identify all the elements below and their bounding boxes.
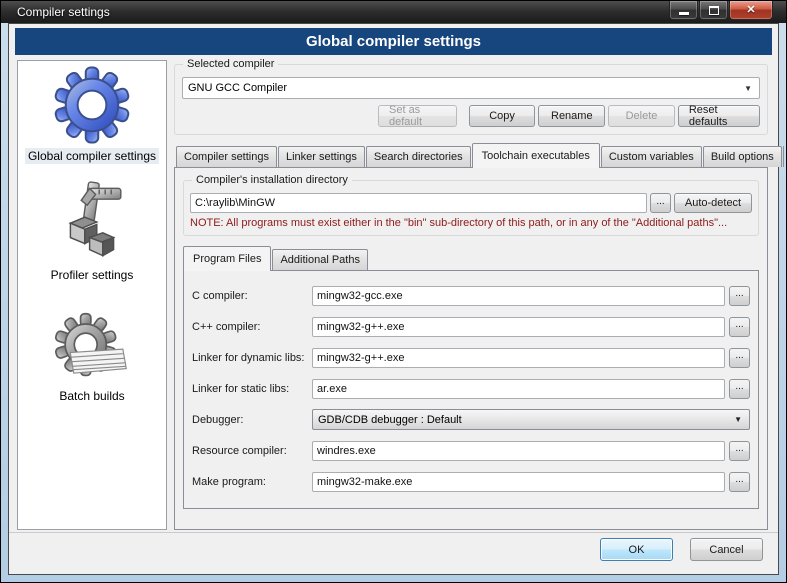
chevron-down-icon: ▼ [734, 415, 742, 424]
tab-toolchain-executables[interactable]: Toolchain executables [472, 143, 600, 168]
tab-linker-settings[interactable]: Linker settings [278, 146, 365, 167]
page-title: Global compiler settings [15, 28, 772, 55]
close-button[interactable]: ✕ [729, 1, 773, 20]
gray-gear-icon [52, 311, 132, 385]
reset-defaults-button[interactable]: Reset defaults [678, 105, 760, 127]
minimize-icon [679, 12, 689, 15]
caliper-icon [53, 180, 131, 264]
sidebar-item-label: Batch builds [56, 388, 127, 404]
sidebar-item-profiler-settings[interactable]: Profiler settings [48, 180, 137, 283]
field-label: Make program: [192, 476, 312, 488]
make-program-browse-button[interactable]: ... [729, 472, 750, 492]
compiler-settings-window: Compiler settings ✕ Global compiler sett… [0, 0, 787, 583]
tab-custom-variables[interactable]: Custom variables [601, 146, 702, 167]
subtab-program-files[interactable]: Program Files [183, 246, 271, 271]
field-label: Resource compiler: [192, 445, 312, 457]
c-compiler-browse-button[interactable]: ... [729, 286, 750, 306]
linker-dynamic-browse-button[interactable]: ... [729, 348, 750, 368]
field-row-linker-dynamic: Linker for dynamic libs: ... [192, 347, 750, 368]
rename-button[interactable]: Rename [538, 105, 605, 127]
ok-button[interactable]: OK [600, 538, 673, 561]
make-program-input[interactable] [312, 472, 725, 492]
dialog-client: Global compiler settings [8, 23, 779, 575]
chevron-down-icon: ▼ [744, 84, 752, 93]
group-label: Selected compiler [183, 58, 278, 70]
field-label: C compiler: [192, 290, 312, 302]
field-label: C++ compiler: [192, 321, 312, 333]
settings-sidebar: Global compiler settings [17, 60, 167, 530]
resource-compiler-input[interactable] [312, 441, 725, 461]
auto-detect-button[interactable]: Auto-detect [674, 193, 752, 213]
cancel-button[interactable]: Cancel [690, 538, 763, 561]
field-row-c-compiler: C compiler: ... [192, 285, 750, 306]
selected-compiler-group: Selected compiler GNU GCC Compiler ▼ Set… [174, 64, 768, 135]
debugger-select[interactable]: GDB/CDB debugger : Default ▼ [312, 409, 750, 430]
delete-button[interactable]: Delete [608, 105, 675, 127]
cpp-compiler-browse-button[interactable]: ... [729, 317, 750, 337]
field-label: Debugger: [192, 414, 312, 426]
install-note: NOTE: All programs must exist either in … [190, 217, 752, 229]
footer: OK Cancel [15, 533, 772, 574]
sidebar-item-batch-builds[interactable]: Batch builds [52, 311, 132, 404]
install-dir-browse-button[interactable]: ... [650, 193, 671, 213]
sidebar-item-label: Global compiler settings [25, 148, 159, 164]
content-area: Global compiler settings [15, 58, 772, 530]
tab-overflow-sliver [783, 146, 784, 167]
c-compiler-input[interactable] [312, 286, 725, 306]
program-files-panel: C compiler: ... C++ compiler: ... Linker [183, 270, 759, 509]
sub-tabstrip: Program Files Additional Paths [183, 246, 759, 270]
field-label: Linker for static libs: [192, 383, 312, 395]
maximize-icon [709, 6, 719, 15]
tab-build-options[interactable]: Build options [703, 146, 782, 167]
field-row-make-program: Make program: ... [192, 471, 750, 492]
linker-static-input[interactable] [312, 379, 725, 399]
group-label: Compiler's installation directory [192, 174, 352, 186]
window-frame: Global compiler settings [1, 23, 786, 582]
field-row-resource-compiler: Resource compiler: ... [192, 440, 750, 461]
subtab-additional-paths[interactable]: Additional Paths [272, 249, 368, 270]
tab-compiler-settings[interactable]: Compiler settings [176, 146, 277, 167]
install-dir-input[interactable] [190, 193, 647, 213]
window-controls: ✕ [669, 1, 773, 20]
main-panel: Selected compiler GNU GCC Compiler ▼ Set… [174, 60, 770, 530]
sidebar-item-global-compiler-settings[interactable]: Global compiler settings [25, 65, 159, 164]
installation-directory-group: Compiler's installation directory ... Au… [183, 180, 759, 236]
linker-static-browse-button[interactable]: ... [729, 379, 750, 399]
minimize-button[interactable] [669, 1, 698, 20]
field-row-linker-static: Linker for static libs: ... [192, 378, 750, 399]
field-label: Linker for dynamic libs: [192, 352, 312, 364]
window-title: Compiler settings [17, 5, 110, 19]
tab-search-directories[interactable]: Search directories [366, 146, 471, 167]
compiler-select[interactable]: GNU GCC Compiler ▼ [182, 77, 760, 99]
resource-compiler-browse-button[interactable]: ... [729, 441, 750, 461]
toolchain-executables-panel: Compiler's installation directory ... Au… [174, 167, 768, 530]
linker-dynamic-input[interactable] [312, 348, 725, 368]
close-icon: ✕ [746, 5, 755, 16]
field-row-cpp-compiler: C++ compiler: ... [192, 316, 750, 337]
install-dir-row: ... Auto-detect [190, 193, 752, 213]
blue-gear-icon [52, 65, 132, 145]
compiler-buttons-row: Set as default Copy Rename Delete Reset … [182, 105, 760, 127]
copy-button[interactable]: Copy [469, 105, 536, 127]
sidebar-item-label: Profiler settings [48, 267, 137, 283]
set-as-default-button[interactable]: Set as default [378, 105, 457, 127]
debugger-select-value: GDB/CDB debugger : Default [318, 414, 462, 426]
compiler-select-value: GNU GCC Compiler [188, 82, 287, 94]
maximize-button[interactable] [699, 1, 728, 20]
cpp-compiler-input[interactable] [312, 317, 725, 337]
main-tabstrip: Compiler settings Linker settings Search… [174, 143, 768, 167]
field-row-debugger: Debugger: GDB/CDB debugger : Default ▼ [192, 409, 750, 430]
